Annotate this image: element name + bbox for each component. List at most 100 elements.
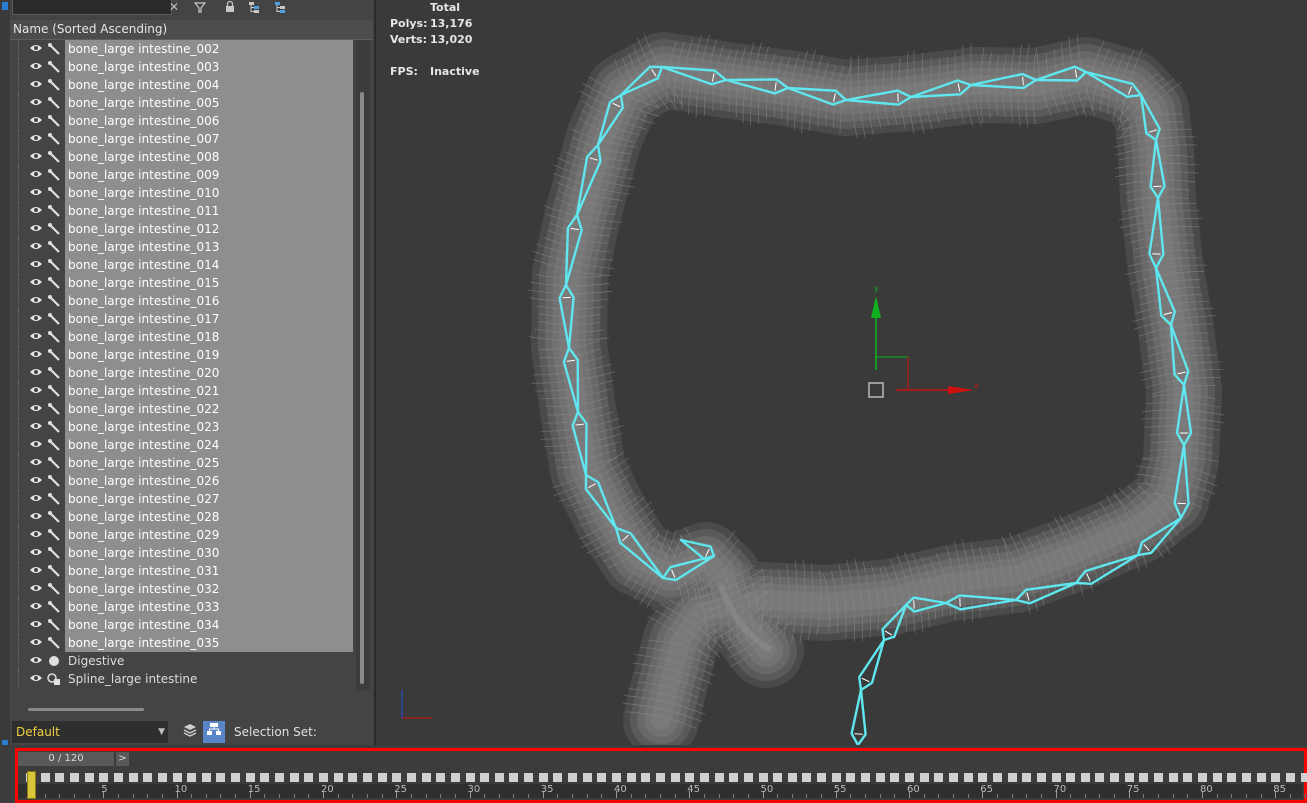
eye-icon[interactable] — [29, 78, 43, 90]
keyframe-marker[interactable] — [509, 773, 518, 782]
keyframe-marker[interactable] — [949, 773, 958, 782]
eye-icon[interactable] — [29, 240, 43, 252]
keyframe-marker[interactable] — [41, 773, 50, 782]
list-item[interactable]: bone_large intestine_009 — [10, 166, 353, 184]
eye-icon[interactable] — [29, 294, 43, 306]
keyframe-marker[interactable] — [1052, 773, 1061, 782]
list-item[interactable]: bone_large intestine_021 — [10, 382, 353, 400]
list-item[interactable]: bone_large intestine_019 — [10, 346, 353, 364]
hierarchy-icon[interactable] — [246, 0, 262, 14]
eye-icon[interactable] — [29, 546, 43, 558]
selection-set-button[interactable] — [203, 721, 225, 743]
list-item[interactable]: bone_large intestine_030 — [10, 544, 353, 562]
keyframe-marker[interactable] — [656, 773, 665, 782]
keyframe-marker[interactable] — [846, 773, 855, 782]
eye-icon[interactable] — [29, 168, 43, 180]
keyframe-marker[interactable] — [99, 773, 108, 782]
keyframe-marker[interactable] — [817, 773, 826, 782]
viewport-canvas[interactable]: y x — [376, 0, 1307, 745]
keyframe-marker[interactable] — [744, 773, 753, 782]
keyframe-marker[interactable] — [641, 773, 650, 782]
list-item[interactable]: bone_large intestine_023 — [10, 418, 353, 436]
list-item[interactable]: bone_large intestine_018 — [10, 328, 353, 346]
eye-icon[interactable] — [29, 204, 43, 216]
list-item[interactable]: bone_large intestine_003 — [10, 58, 353, 76]
keyframe-marker[interactable] — [158, 773, 167, 782]
keyframe-marker[interactable] — [1227, 773, 1236, 782]
keyframe-marker[interactable] — [832, 773, 841, 782]
list-item[interactable]: bone_large intestine_006 — [10, 112, 353, 130]
keyframe-marker[interactable] — [1301, 773, 1307, 782]
list-item[interactable]: bone_large intestine_012 — [10, 220, 353, 238]
keyframe-marker[interactable] — [759, 773, 768, 782]
list-item[interactable]: bone_large intestine_026 — [10, 472, 353, 490]
clear-search-icon[interactable]: ✕ — [166, 0, 182, 14]
keyframe-marker[interactable] — [700, 773, 709, 782]
keyframe-marker[interactable] — [114, 773, 123, 782]
eye-icon[interactable] — [29, 582, 43, 594]
keyframe-marker[interactable] — [715, 773, 724, 782]
eye-icon[interactable] — [29, 420, 43, 432]
list-item[interactable]: bone_large intestine_033 — [10, 598, 353, 616]
keyframe-marker[interactable] — [1110, 773, 1119, 782]
eye-icon[interactable] — [29, 636, 43, 648]
keyframe-marker[interactable] — [407, 773, 416, 782]
playhead[interactable] — [27, 771, 36, 799]
eye-icon[interactable] — [29, 438, 43, 450]
time-slider[interactable]: 0 / 120 — [18, 752, 114, 766]
keyframe-marker[interactable] — [129, 773, 138, 782]
eye-icon[interactable] — [29, 492, 43, 504]
keyframe-marker[interactable] — [788, 773, 797, 782]
keyframe-marker[interactable] — [275, 773, 284, 782]
keyframe-marker[interactable] — [422, 773, 431, 782]
keyframe-marker[interactable] — [1139, 773, 1148, 782]
keyframe-marker[interactable] — [1198, 773, 1207, 782]
eye-icon[interactable] — [29, 258, 43, 270]
keyframe-marker[interactable] — [553, 773, 562, 782]
list-item[interactable]: bone_large intestine_004 — [10, 76, 353, 94]
list-item[interactable]: Spline_large intestine — [10, 670, 353, 688]
next-frame-button[interactable]: > — [116, 752, 129, 766]
keyframe-marker[interactable] — [304, 773, 313, 782]
keyframe-marker[interactable] — [348, 773, 357, 782]
list-item[interactable]: bone_large intestine_035 — [10, 634, 353, 652]
list-item[interactable]: bone_large intestine_014 — [10, 256, 353, 274]
eye-icon[interactable] — [29, 222, 43, 234]
keyframe-marker[interactable] — [671, 773, 680, 782]
eye-icon[interactable] — [29, 510, 43, 522]
keyframe-marker[interactable] — [964, 773, 973, 782]
list-item[interactable]: bone_large intestine_024 — [10, 436, 353, 454]
keyframe-marker[interactable] — [685, 773, 694, 782]
list-item[interactable]: bone_large intestine_002 — [10, 40, 353, 58]
viewport-3d[interactable]: y x Total Polys:13,176 Verts:13,020 FPS:… — [376, 0, 1307, 745]
keyframe-marker[interactable] — [612, 773, 621, 782]
list-item[interactable]: bone_large intestine_020 — [10, 364, 353, 382]
eye-icon[interactable] — [29, 618, 43, 630]
layer-hierarchy-icon[interactable] — [272, 0, 288, 14]
list-item[interactable]: Digestive — [10, 652, 353, 670]
keyframe-marker[interactable] — [319, 773, 328, 782]
keyframe-marker[interactable] — [1022, 773, 1031, 782]
list-item[interactable]: bone_large intestine_025 — [10, 454, 353, 472]
keyframe-marker[interactable] — [334, 773, 343, 782]
eye-icon[interactable] — [29, 654, 43, 666]
keyframe-marker[interactable] — [290, 773, 299, 782]
horizontal-scrollbar[interactable] — [28, 708, 144, 711]
keyframe-marker[interactable] — [876, 773, 885, 782]
explorer-scrollbar[interactable] — [356, 40, 370, 690]
keyframe-marker[interactable] — [1271, 773, 1280, 782]
frame-ruler[interactable]: 0510152025303540455055606570758085 — [18, 784, 1302, 798]
keyframe-marker[interactable] — [524, 773, 533, 782]
keyframe-marker[interactable] — [1125, 773, 1134, 782]
lock-icon[interactable] — [222, 0, 238, 14]
name-column-header[interactable]: Name (Sorted Ascending) — [10, 20, 373, 40]
list-item[interactable]: bone_large intestine_010 — [10, 184, 353, 202]
keyframe-marker[interactable] — [216, 773, 225, 782]
keyframe-marker[interactable] — [1169, 773, 1178, 782]
keyframe-track[interactable] — [18, 772, 1302, 784]
eye-icon[interactable] — [29, 402, 43, 414]
keyframe-marker[interactable] — [260, 773, 269, 782]
list-item[interactable]: bone_large intestine_016 — [10, 292, 353, 310]
keyframe-marker[interactable] — [802, 773, 811, 782]
keyframe-marker[interactable] — [392, 773, 401, 782]
